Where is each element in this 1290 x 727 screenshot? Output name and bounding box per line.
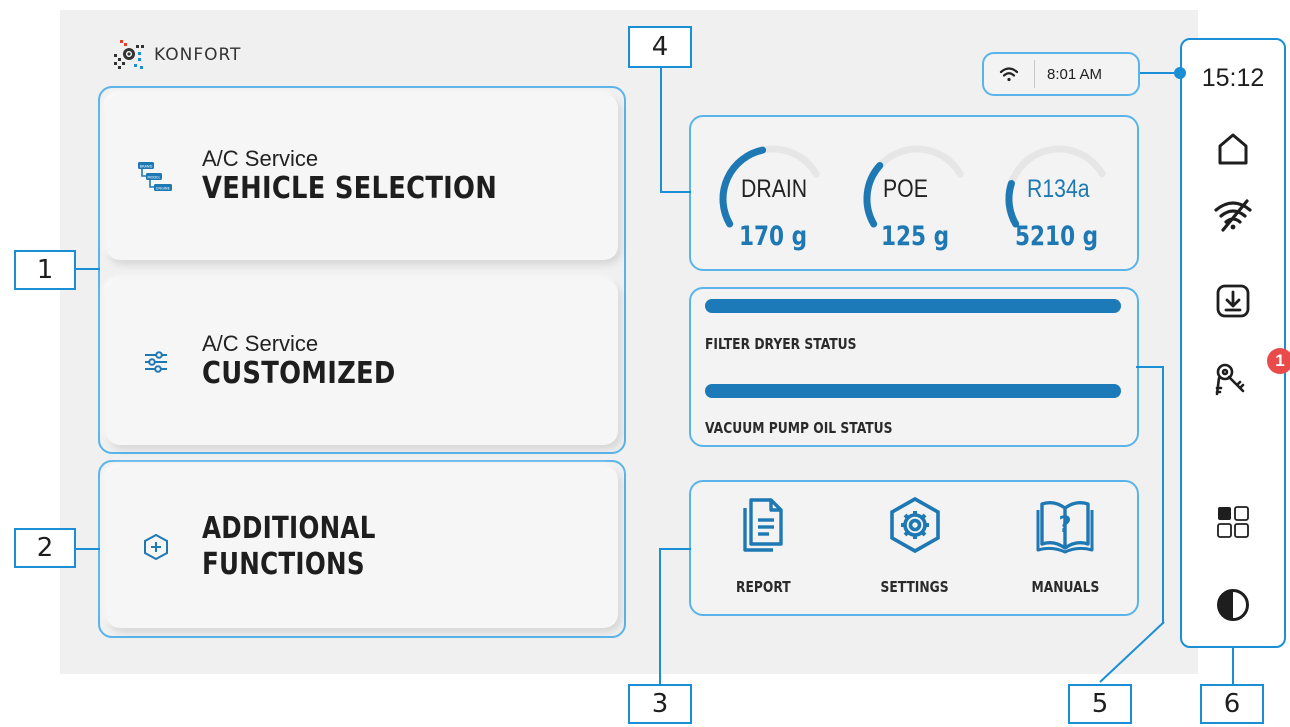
vacuum-pump-bar-fill	[705, 384, 1121, 398]
card-title: ADDITIONAL FUNCTIONS	[201, 511, 376, 582]
gauge-value: 125 g	[881, 221, 950, 252]
home-button[interactable]	[1182, 132, 1284, 166]
callout-5: 5	[1068, 684, 1132, 724]
callout-6: 6	[1200, 684, 1264, 724]
callout-line-5c	[1099, 621, 1165, 683]
brand-name: KONFORT	[154, 45, 242, 65]
additional-functions-card[interactable]: ADDITIONAL FUNCTIONS	[106, 466, 618, 628]
download-icon	[1216, 284, 1250, 318]
brand-logo: KONFORT	[112, 40, 241, 70]
wifi-off-icon	[1214, 199, 1252, 232]
wifi-settings-button[interactable]	[1182, 198, 1284, 232]
gauge-value: 5210 g	[1015, 221, 1099, 252]
contrast-button[interactable]	[1182, 588, 1284, 622]
filter-dryer-bar	[705, 299, 1121, 313]
gauge-label: R134a	[1027, 175, 1090, 203]
callout-4: 4	[628, 26, 692, 68]
card-subtitle: A/C Service	[202, 146, 319, 171]
callout-2: 2	[14, 528, 76, 568]
contrast-icon	[1217, 589, 1249, 621]
gauge-poe: POE 125 g	[847, 129, 987, 269]
callout-3: 3	[628, 684, 692, 724]
sidebar-clock: 15:12	[1201, 64, 1265, 92]
plus-hexagon-icon	[136, 533, 176, 561]
report-label: REPORT	[735, 578, 791, 596]
callout-line-3b	[659, 548, 661, 684]
quick-apps-panel: REPORT SETTINGS ? MANUALS	[689, 480, 1139, 616]
callout-1: 1	[14, 250, 76, 290]
apps-grid-button[interactable]	[1182, 506, 1284, 538]
callout-line-3a	[659, 548, 691, 550]
callout-line-2	[76, 548, 100, 550]
vehicle-selection-card[interactable]: BRAND MODEL ENGINE A/C Service VEHICLE S…	[106, 94, 618, 260]
card-title: CUSTOMIZED	[202, 356, 396, 391]
maintenance-status-panel: FILTER DRYER STATUS VACUUM PUMP OIL STAT…	[689, 287, 1139, 447]
keys-button[interactable]: 1	[1182, 348, 1290, 398]
callout-line-5a	[1136, 366, 1164, 368]
vacuum-pump-bar	[705, 384, 1121, 398]
filter-dryer-label: FILTER DRYER STATUS	[705, 335, 857, 353]
settings-button[interactable]: SETTINGS	[855, 496, 975, 596]
icon-model-label: MODEL	[148, 176, 161, 180]
notification-badge: 1	[1267, 348, 1290, 374]
right-sidebar: 15:12 1	[1180, 38, 1290, 648]
gauge-label: POE	[883, 175, 928, 203]
icon-engine-label: ENGINE	[156, 187, 170, 191]
callout-line-4a	[660, 68, 662, 192]
fluid-gauges-panel: DRAIN 170 g POE 125 g R134a 5210 g	[689, 115, 1139, 271]
customized-card[interactable]: A/C Service CUSTOMIZED	[106, 279, 618, 445]
status-pill: 8:01 AM	[982, 52, 1140, 96]
vacuum-pump-label: VACUUM PUMP OIL STATUS	[705, 419, 893, 437]
sliders-icon	[136, 350, 176, 374]
card-title: VEHICLE SELECTION	[202, 171, 498, 206]
konfort-logo-icon	[114, 40, 144, 69]
callout-line-5b	[1162, 366, 1164, 624]
report-button[interactable]: REPORT	[703, 496, 823, 596]
report-icon	[743, 498, 783, 552]
callout-line-6	[1232, 646, 1234, 684]
grid-icon	[1217, 506, 1249, 538]
manuals-button[interactable]: ? MANUALS	[1005, 496, 1125, 596]
gauge-drain: DRAIN 170 g	[703, 129, 843, 269]
settings-icon	[890, 496, 940, 554]
wifi-icon	[984, 66, 1034, 82]
download-button[interactable]	[1182, 284, 1284, 318]
keys-icon	[1215, 363, 1245, 396]
gauge-label: DRAIN	[741, 175, 808, 203]
card-subtitle: A/C Service	[202, 331, 319, 356]
manuals-icon: ?	[1036, 500, 1094, 554]
settings-label: SETTINGS	[880, 578, 950, 596]
keys-wrapper: 1	[1211, 348, 1290, 398]
status-time: 8:01 AM	[1047, 65, 1103, 83]
home-icon	[1218, 133, 1248, 165]
callout-line-1	[76, 268, 100, 270]
svg-text:?: ?	[1059, 513, 1072, 538]
callout-dot	[1174, 67, 1186, 79]
manuals-label: MANUALS	[1031, 578, 1099, 596]
icon-brand-label: BRAND	[140, 165, 153, 169]
gauge-value: 170 g	[739, 221, 808, 252]
callout-line-4b	[660, 191, 691, 193]
gauge-r134a: R134a 5210 g	[989, 129, 1129, 269]
filter-dryer-bar-fill	[705, 299, 1121, 313]
brand-model-engine-icon: BRAND MODEL ENGINE	[136, 160, 176, 194]
